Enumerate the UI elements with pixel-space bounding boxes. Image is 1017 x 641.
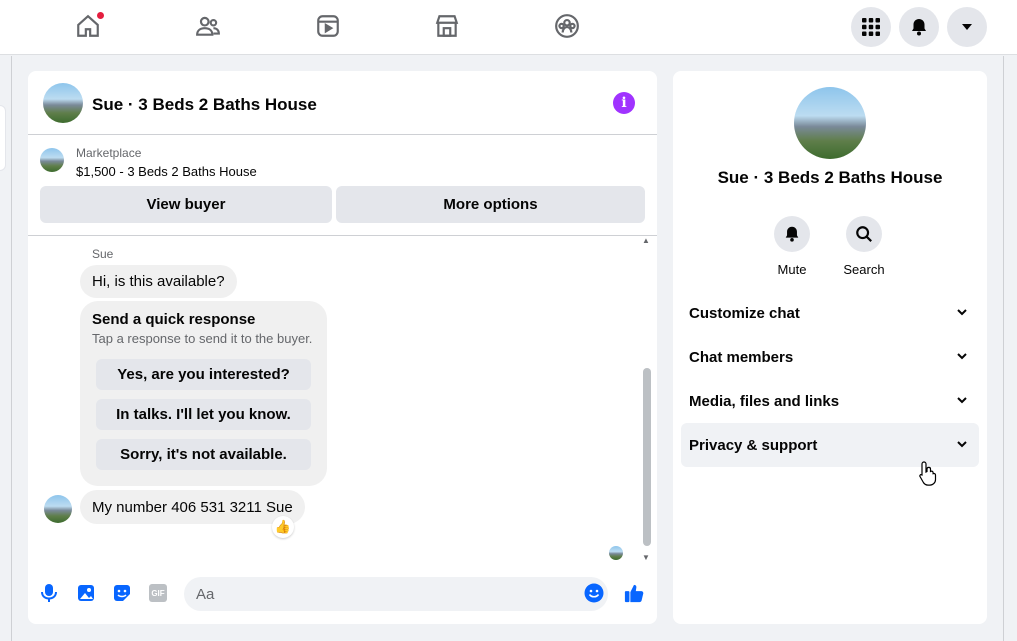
marketplace-label: Marketplace <box>76 146 142 160</box>
chat-avatar[interactable] <box>43 83 83 123</box>
watch-icon[interactable] <box>314 12 342 40</box>
microphone-icon[interactable] <box>39 583 59 603</box>
message-scrollbar[interactable]: ▲ ▼ <box>642 236 652 562</box>
friends-icon[interactable] <box>194 12 222 40</box>
thumbs-up-reaction-icon[interactable]: 👍 <box>272 516 294 538</box>
photo-icon[interactable] <box>76 583 96 603</box>
media-files-links-section[interactable]: Media, files and links <box>681 379 979 423</box>
marketplace-icon[interactable] <box>433 12 461 40</box>
more-options-button[interactable]: More options <box>336 186 645 223</box>
message-bubble[interactable]: My number 406 531 3211 Sue <box>80 490 305 524</box>
top-navigation-bar <box>0 0 1017 55</box>
sender-name: Sue <box>92 247 114 261</box>
section-label: Privacy & support <box>689 436 818 454</box>
chevron-down-icon <box>957 309 967 316</box>
page-scrollbar[interactable] <box>1003 56 1017 641</box>
chat-info-panel: Sue · 3 Beds 2 Baths House Mute Search C… <box>673 71 987 624</box>
notifications-bell-icon[interactable] <box>899 7 939 47</box>
scroll-up-arrow-icon[interactable]: ▲ <box>642 236 650 245</box>
notification-dot <box>97 12 104 19</box>
chevron-down-icon <box>957 441 967 448</box>
menu-grid-icon[interactable] <box>851 7 891 47</box>
chevron-down-icon <box>957 353 967 360</box>
section-label: Chat members <box>689 348 794 366</box>
section-label: Media, files and links <box>689 392 840 410</box>
emoji-icon[interactable] <box>584 583 604 603</box>
quick-response-option[interactable]: In talks. I'll let you know. <box>96 399 311 430</box>
seen-indicator-avatar <box>609 546 623 560</box>
customize-chat-section[interactable]: Customize chat <box>681 291 979 335</box>
view-buyer-button[interactable]: View buyer <box>40 186 332 223</box>
quick-response-card: Send a quick response Tap a response to … <box>80 301 327 486</box>
like-thumb-icon[interactable] <box>624 583 644 603</box>
chat-panel: Sue · 3 Beds 2 Baths House i Marketplace… <box>28 71 657 624</box>
chat-members-section[interactable]: Chat members <box>681 335 979 379</box>
marketplace-listing: Marketplace $1,500 - 3 Beds 2 Baths Hous… <box>28 136 657 236</box>
chat-header: Sue · 3 Beds 2 Baths House i <box>28 71 657 135</box>
left-collapsed-tab[interactable] <box>0 105 6 171</box>
search-icon[interactable] <box>846 216 882 252</box>
sender-avatar[interactable] <box>44 495 72 523</box>
info-avatar[interactable] <box>794 87 866 159</box>
mute-action[interactable]: Mute <box>762 216 822 277</box>
scroll-down-arrow-icon[interactable]: ▼ <box>642 553 650 562</box>
gif-icon[interactable]: GIF <box>148 583 168 603</box>
quick-response-title: Send a quick response <box>92 311 256 328</box>
account-dropdown-icon[interactable] <box>947 7 987 47</box>
gif-label: GIF <box>149 584 167 602</box>
scrollbar-thumb[interactable] <box>643 368 651 546</box>
search-action[interactable]: Search <box>834 216 894 277</box>
section-label: Customize chat <box>689 304 800 322</box>
groups-icon[interactable] <box>553 12 581 40</box>
search-label: Search <box>843 262 885 277</box>
hand-cursor-icon <box>919 461 937 486</box>
mute-label: Mute <box>777 262 807 277</box>
sticker-icon[interactable] <box>112 583 132 603</box>
message-input[interactable] <box>184 577 608 611</box>
info-title: Sue · 3 Beds 2 Baths House <box>717 168 943 187</box>
quick-response-option[interactable]: Yes, are you interested? <box>96 359 311 390</box>
message-bubble[interactable]: Hi, is this available? <box>80 265 237 298</box>
chevron-down-icon <box>957 397 967 404</box>
listing-thumbnail[interactable] <box>40 148 64 172</box>
bell-icon[interactable] <box>774 216 810 252</box>
quick-response-option[interactable]: Sorry, it's not available. <box>96 439 311 470</box>
chat-title[interactable]: Sue · 3 Beds 2 Baths House <box>92 95 317 115</box>
quick-response-subtitle: Tap a response to send it to the buyer. <box>92 331 313 346</box>
listing-title[interactable]: $1,500 - 3 Beds 2 Baths House <box>76 164 257 179</box>
info-icon[interactable]: i <box>613 92 635 114</box>
